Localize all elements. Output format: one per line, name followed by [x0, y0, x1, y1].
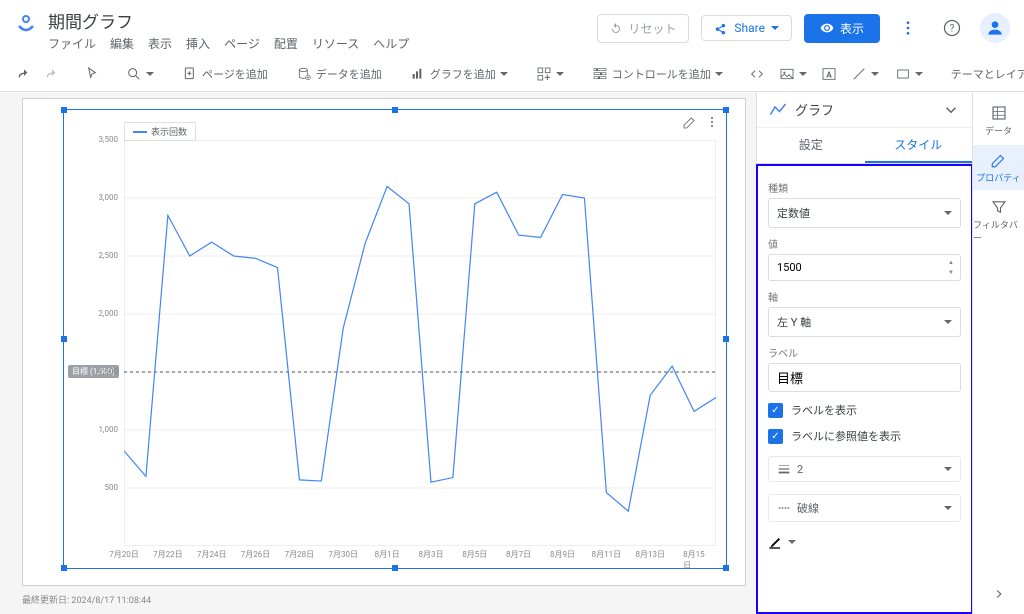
- axis-select[interactable]: 左 Y 軸: [768, 307, 961, 337]
- svg-text:?: ?: [950, 23, 955, 34]
- stroke-weight-select[interactable]: 2: [768, 456, 961, 482]
- community-visuals-button[interactable]: [530, 62, 570, 86]
- value-label: 値: [768, 236, 961, 251]
- redo-button[interactable]: [40, 62, 64, 86]
- line-weight-icon: [777, 462, 791, 476]
- share-button[interactable]: Share: [701, 15, 792, 41]
- resize-handle[interactable]: [61, 336, 67, 342]
- tab-settings[interactable]: 設定: [757, 128, 865, 163]
- chart-legend: 表示回数: [124, 122, 196, 141]
- chart-type-icon: [769, 101, 787, 119]
- resize-handle[interactable]: [61, 565, 67, 571]
- stepper-down[interactable]: ▼: [944, 268, 958, 279]
- last-updated-label: 最終更新日: 2024/8/17 11:08:44: [22, 593, 151, 606]
- zoom-tool[interactable]: [120, 62, 160, 86]
- add-page-button[interactable]: ページを追加: [176, 62, 274, 86]
- add-data-button[interactable]: データを追加: [290, 62, 388, 86]
- menu-help[interactable]: ヘルプ: [373, 35, 409, 52]
- resize-handle[interactable]: [61, 107, 67, 113]
- label-input[interactable]: [768, 363, 961, 392]
- help-button[interactable]: ?: [936, 12, 968, 44]
- show-ref-checkbox[interactable]: ✓: [768, 429, 783, 444]
- theme-layout-button[interactable]: テーマとレイアウト: [945, 62, 1024, 86]
- undo-button[interactable]: [12, 62, 36, 86]
- value-input[interactable]: ▲▼: [768, 254, 961, 281]
- rail-expand-icon[interactable]: [973, 587, 1024, 604]
- chevron-down-icon[interactable]: [942, 101, 960, 119]
- menu-insert[interactable]: 挿入: [186, 35, 210, 52]
- resize-handle[interactable]: [723, 107, 729, 113]
- add-control-button[interactable]: コントロールを追加: [586, 62, 729, 86]
- pencil-icon[interactable]: [682, 114, 698, 130]
- type-select[interactable]: 定数値: [768, 198, 961, 228]
- stepper-up[interactable]: ▲: [944, 257, 958, 268]
- menu-view[interactable]: 表示: [148, 35, 172, 52]
- menu-resource[interactable]: リソース: [312, 35, 359, 52]
- resize-handle[interactable]: [723, 565, 729, 571]
- chart-card[interactable]: 表示回数 目標 (1,500) 5001,0001,5002,0002,5003…: [63, 109, 727, 569]
- view-button[interactable]: 表示: [804, 14, 880, 43]
- rail-properties[interactable]: プロパティ: [973, 145, 1024, 190]
- resize-handle[interactable]: [392, 107, 398, 113]
- embed-tool[interactable]: [745, 62, 769, 86]
- rail-data[interactable]: データ: [973, 98, 1024, 143]
- line-tool[interactable]: [845, 62, 885, 86]
- reset-button[interactable]: リセット: [597, 14, 689, 43]
- panel-title: グラフ: [795, 100, 934, 119]
- more-icon[interactable]: [704, 114, 720, 130]
- rail-filter[interactable]: フィルタバー: [973, 192, 1024, 250]
- menu-page[interactable]: ページ: [224, 35, 260, 52]
- label-label: ラベル: [768, 345, 961, 360]
- document-title[interactable]: 期間グラフ: [48, 8, 597, 33]
- shape-tool[interactable]: [889, 62, 929, 86]
- text-tool[interactable]: A: [817, 62, 841, 86]
- app-logo-icon: [14, 12, 38, 36]
- user-avatar[interactable]: [980, 13, 1010, 43]
- color-picker[interactable]: [768, 534, 961, 550]
- pen-icon: [768, 534, 784, 550]
- image-tool[interactable]: [773, 62, 813, 86]
- chart-plot-area: 目標 (1,500) 5001,0001,5002,0002,5003,0003…: [124, 140, 716, 546]
- more-options-button[interactable]: [892, 12, 924, 44]
- type-label: 種類: [768, 180, 961, 195]
- show-ref-text: ラベルに参照値を表示: [791, 428, 901, 444]
- menu-arrange[interactable]: 配置: [274, 35, 298, 52]
- resize-handle[interactable]: [723, 336, 729, 342]
- menu-file[interactable]: ファイル: [48, 35, 96, 52]
- add-chart-button[interactable]: グラフを追加: [404, 62, 514, 86]
- tab-style[interactable]: スタイル: [865, 128, 973, 163]
- show-label-text: ラベルを表示: [791, 402, 857, 418]
- resize-handle[interactable]: [392, 565, 398, 571]
- axis-label: 軸: [768, 289, 961, 304]
- svg-text:A: A: [826, 70, 832, 79]
- stroke-style-select[interactable]: 破線: [768, 494, 961, 522]
- show-label-checkbox[interactable]: ✓: [768, 403, 783, 418]
- line-dash-icon: [777, 501, 791, 515]
- pointer-tool[interactable]: [80, 62, 104, 86]
- menu-edit[interactable]: 編集: [110, 35, 134, 52]
